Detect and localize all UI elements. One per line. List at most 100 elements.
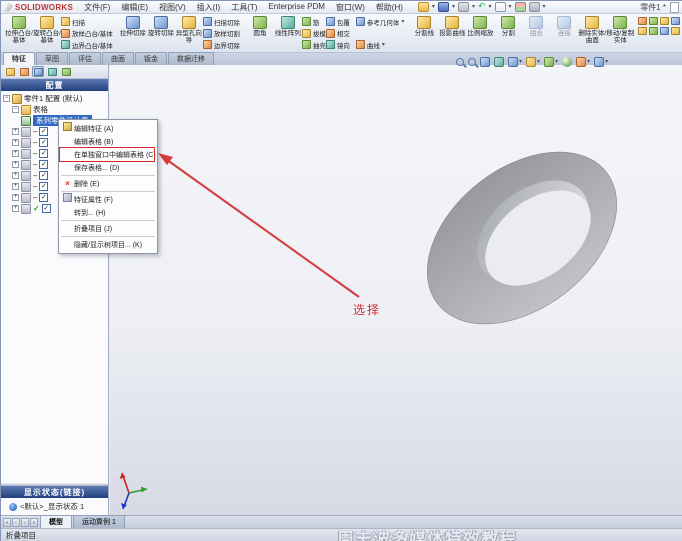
tab-features[interactable]: 特征 [3, 52, 35, 65]
linear-pattern-button[interactable]: 线性阵列 [274, 15, 302, 51]
menu-item-edit-feature[interactable]: 编辑特征 (A) [59, 122, 157, 135]
revolved-boss-button[interactable]: 旋转凸台/基体 [33, 15, 61, 51]
reference-geometry-caret[interactable]: ▾ [401, 17, 404, 27]
pdm-vault-icon[interactable] [649, 27, 659, 35]
menu-item-feature-properties[interactable]: 特征属性 (F) [59, 193, 157, 206]
forum-icon[interactable] [660, 27, 670, 35]
print-dropdown-caret[interactable]: ▾ [472, 2, 475, 12]
view-palette-icon[interactable] [671, 17, 681, 25]
draft-button[interactable]: 拔模 [301, 28, 326, 39]
menu-window[interactable]: 窗口(W) [331, 1, 370, 14]
extruded-cut-button[interactable]: 拉伸切除 [119, 15, 147, 51]
view-orientation-caret[interactable]: ▾ [519, 57, 522, 67]
view-settings-caret[interactable]: ▾ [605, 57, 608, 67]
menu-help[interactable]: 帮助(H) [371, 1, 408, 14]
tab-scroll-next-icon[interactable]: › [21, 518, 29, 527]
save-dropdown-caret[interactable]: ▾ [452, 2, 455, 12]
rebuild-icon[interactable] [514, 2, 526, 12]
open-dropdown-caret[interactable]: ▾ [432, 2, 435, 12]
menu-item-collapse-items[interactable]: 折叠项目 (J) [59, 222, 157, 235]
feature-manager-icon[interactable] [4, 66, 16, 77]
project-curve-button[interactable]: 投影曲线 [438, 15, 466, 51]
config-checkbox-icon[interactable]: ✓ [39, 182, 49, 191]
property-manager-icon[interactable] [18, 66, 30, 77]
tab-scroll-prev-icon[interactable]: ‹ [12, 518, 20, 527]
lofted-cut-button[interactable]: 放样切割 [202, 28, 240, 39]
boundary-cut-button[interactable]: 边界切除 [202, 39, 240, 50]
collapse-icon[interactable]: − [3, 95, 10, 102]
config-checkbox-icon[interactable]: ✓ [39, 171, 49, 180]
rib-button[interactable]: 筋 [301, 16, 326, 27]
undo-dropdown-caret[interactable]: ▾ [489, 2, 492, 12]
menu-file[interactable]: 文件(F) [79, 1, 115, 14]
edit-appearance-icon[interactable] [562, 57, 573, 67]
print-icon[interactable] [457, 2, 469, 12]
file-explorer-icon[interactable] [660, 17, 670, 25]
wrap-button[interactable]: 包覆 [325, 16, 350, 27]
zoom-to-area-icon[interactable] [468, 58, 476, 66]
swept-cut-button[interactable]: 扫描切除 [202, 16, 240, 27]
curves-caret[interactable]: ▾ [382, 40, 385, 50]
view-settings-icon[interactable] [594, 57, 605, 67]
options-dropdown-caret[interactable]: ▾ [543, 2, 546, 12]
tab-model[interactable]: 模型 [40, 515, 72, 528]
menu-edit[interactable]: 编辑(E) [116, 1, 153, 14]
config-checkbox-icon[interactable]: ✓ [39, 193, 49, 202]
config-checkbox-icon[interactable]: ✓ [39, 138, 49, 147]
tab-scroll-last-icon[interactable]: » [30, 518, 38, 527]
hide-show-items-icon[interactable] [544, 57, 555, 67]
tab-evaluate[interactable]: 评估 [69, 52, 101, 65]
tab-sketch[interactable]: 草图 [36, 52, 68, 65]
view-previous-icon[interactable] [480, 57, 490, 67]
tab-motion-study[interactable]: 运动算例 1 [73, 515, 125, 528]
sustainability-icon[interactable] [671, 27, 681, 35]
tree-root-configurations[interactable]: − 零件1 配置 (默认) [3, 93, 108, 104]
menu-insert[interactable]: 插入(I) [192, 1, 226, 14]
curves-button[interactable]: 曲线 ▾ [355, 39, 405, 50]
design-library-icon[interactable] [649, 17, 659, 25]
configuration-manager-icon[interactable] [32, 66, 44, 77]
resources-icon[interactable] [638, 17, 648, 25]
revolved-cut-button[interactable]: 旋转切除 [147, 15, 175, 51]
menu-item-delete[interactable]: × 删除 (E) [59, 177, 157, 190]
move-copy-body-button[interactable]: 移动/复制实体 [606, 15, 634, 51]
split-button[interactable]: 分割 [494, 15, 522, 51]
tree-tables-folder[interactable]: − 表格 [3, 104, 108, 115]
boundary-boss-button[interactable]: 边界凸台/基体 [61, 39, 113, 50]
zoom-to-fit-icon[interactable] [456, 58, 464, 66]
collapse-icon[interactable]: − [12, 106, 19, 113]
tab-data-migration[interactable]: 数据迁移 [168, 52, 214, 65]
menu-tools[interactable]: 工具(T) [226, 1, 262, 14]
shell-button[interactable]: 抽壳 [301, 39, 326, 50]
menu-item-save-table[interactable]: 保存表格... (D) [59, 161, 157, 174]
lofted-boss-button[interactable]: 放样凸台/基体 [61, 28, 113, 39]
menu-enterprise-pdm[interactable]: Enterprise PDM [263, 1, 329, 14]
select-dropdown-caret[interactable]: ▾ [509, 2, 512, 12]
fillet-button[interactable]: 圆角 [246, 15, 274, 51]
graphics-viewport[interactable] [110, 65, 682, 515]
select-icon[interactable] [494, 2, 506, 12]
options-icon[interactable] [528, 2, 540, 12]
tab-sheet-metal[interactable]: 钣金 [135, 52, 167, 65]
custom-properties-icon[interactable] [638, 27, 648, 35]
display-style-icon[interactable] [526, 57, 537, 67]
washer-model[interactable] [110, 65, 682, 515]
menu-item-hide-show-tree-items[interactable]: 隐藏/显示树项目... (K) [59, 238, 157, 251]
section-view-icon[interactable] [494, 57, 504, 67]
swept-boss-button[interactable]: 扫描 [61, 16, 113, 27]
mirror-button[interactable]: 镜向 [325, 39, 350, 50]
apply-scene-icon[interactable] [576, 57, 587, 67]
open-icon[interactable] [417, 2, 429, 12]
hide-show-items-caret[interactable]: ▾ [555, 57, 558, 67]
reference-geometry-button[interactable]: 参考几何体 ▾ [355, 16, 404, 27]
config-checkbox-icon[interactable]: ✓ [39, 149, 49, 158]
tab-surfaces[interactable]: 曲面 [102, 52, 134, 65]
apply-scene-caret[interactable]: ▾ [587, 57, 590, 67]
scale-button[interactable]: 比例缩放 [466, 15, 494, 51]
display-style-caret[interactable]: ▾ [537, 57, 540, 67]
save-icon[interactable] [437, 2, 449, 12]
menu-view[interactable]: 视图(V) [154, 1, 191, 14]
dimxpert-manager-icon[interactable] [46, 66, 58, 77]
config-checkbox-icon[interactable]: ✓ [41, 204, 51, 213]
split-line-button[interactable]: 分割线 [410, 15, 438, 51]
